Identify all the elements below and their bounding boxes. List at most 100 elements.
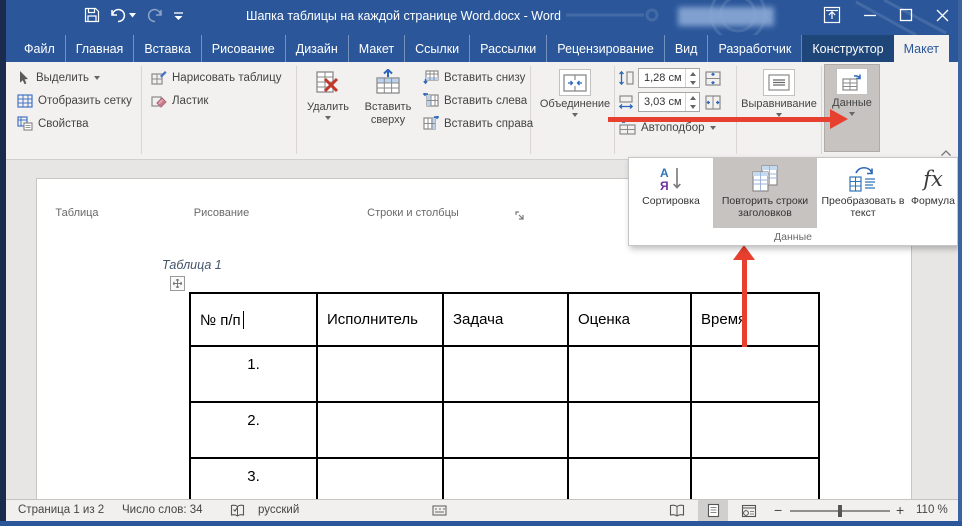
header-cell-grade[interactable]: Оценка xyxy=(568,293,691,346)
table-move-handle[interactable] xyxy=(170,276,185,291)
close-icon xyxy=(935,8,950,23)
distribute-columns-icon[interactable] xyxy=(704,94,722,111)
redo-button[interactable] xyxy=(146,8,163,23)
table-row[interactable]: 3. xyxy=(190,458,819,499)
header-cell-executor[interactable]: Исполнитель xyxy=(317,293,443,346)
spin-up-icon[interactable] xyxy=(690,72,696,76)
empty-cell[interactable] xyxy=(691,402,819,458)
table-row[interactable]: 1. xyxy=(190,346,819,402)
zoom-slider[interactable] xyxy=(790,510,890,512)
insert-below-button[interactable]: Вставить снизу xyxy=(420,66,536,89)
tab-table-design[interactable]: Конструктор xyxy=(801,35,893,62)
data-dropdown-group-label: Данные xyxy=(629,231,957,243)
empty-cell[interactable] xyxy=(443,346,568,402)
delete-table-icon xyxy=(315,69,341,95)
tab-home[interactable]: Главная xyxy=(65,35,134,62)
minimize-button[interactable] xyxy=(863,8,877,27)
header-cell-task[interactable]: Задача xyxy=(443,293,568,346)
page-indicator[interactable]: Страница 1 из 2 xyxy=(18,504,104,516)
row-height-spinner[interactable] xyxy=(685,69,699,87)
insert-left-button[interactable]: Вставить слева xyxy=(420,89,536,112)
table-row[interactable]: 2. xyxy=(190,402,819,458)
word-count[interactable]: Число слов: 34 xyxy=(122,504,203,516)
row-number-cell[interactable]: 1. xyxy=(190,346,317,402)
maximize-button[interactable] xyxy=(899,8,913,27)
spin-down-icon[interactable] xyxy=(690,105,696,109)
tab-design[interactable]: Дизайн xyxy=(285,35,348,62)
formula-menu-item[interactable]: fx Формула xyxy=(909,158,957,228)
row-height-control: 1,28 см xyxy=(618,68,722,88)
empty-cell[interactable] xyxy=(317,346,443,402)
zoom-slider-handle[interactable] xyxy=(838,505,842,517)
tab-layout[interactable]: Макет xyxy=(348,35,404,62)
table-caption[interactable]: Таблица 1 xyxy=(162,258,222,272)
empty-cell[interactable] xyxy=(568,458,691,499)
sort-menu-item[interactable]: А Я Сортировка xyxy=(629,158,713,228)
web-layout-icon xyxy=(741,504,757,518)
red-arrow-to-data-button-head xyxy=(830,109,848,129)
group-drawing: Нарисовать таблицу Ластик xyxy=(148,66,284,112)
insert-above-button[interactable]: Вставить сверху xyxy=(358,66,418,152)
table-properties-button[interactable]: Свойства xyxy=(14,112,135,135)
eraser-button[interactable]: Ластик xyxy=(148,89,284,112)
delete-button[interactable]: Удалить xyxy=(302,66,354,152)
print-layout-button[interactable] xyxy=(698,500,728,521)
macro-recording-button[interactable] xyxy=(432,504,447,520)
distribute-rows-icon[interactable] xyxy=(704,70,722,87)
tab-references[interactable]: Ссылки xyxy=(404,35,469,62)
tab-table-layout-active[interactable]: Макет xyxy=(894,35,949,62)
zoom-in-button[interactable]: + xyxy=(896,502,904,518)
row-number-cell[interactable]: 3. xyxy=(190,458,317,499)
data-button[interactable]: Данные xyxy=(824,64,880,152)
convert-to-text-menu-item[interactable]: Преобразовать в текст xyxy=(817,158,909,228)
zoom-out-button[interactable]: − xyxy=(774,502,782,518)
merge-button[interactable]: Объединение xyxy=(538,66,612,152)
group-separator xyxy=(736,66,737,154)
col-width-spinner[interactable] xyxy=(685,93,699,111)
tab-developer[interactable]: Разработчик xyxy=(707,35,801,62)
tab-review[interactable]: Рецензирование xyxy=(546,35,664,62)
customize-quick-access-button[interactable] xyxy=(173,10,184,21)
zoom-level[interactable]: 110 % xyxy=(916,504,948,516)
table-header-row[interactable]: № п/п Исполнитель Задача Оценка Время xyxy=(190,293,819,346)
view-gridlines-button[interactable]: Отобразить сетку xyxy=(14,89,135,112)
row-height-field[interactable]: 1,28 см xyxy=(638,68,700,88)
empty-cell[interactable] xyxy=(691,346,819,402)
repeat-header-rows-menu-item[interactable]: Повторить строки заголовков xyxy=(713,158,817,228)
language-indicator[interactable]: русский xyxy=(258,504,299,516)
empty-cell[interactable] xyxy=(568,346,691,402)
empty-cell[interactable] xyxy=(568,402,691,458)
close-button[interactable] xyxy=(935,8,950,28)
tab-file[interactable]: Файл xyxy=(14,35,65,62)
rows-cols-dialog-launcher[interactable] xyxy=(515,208,525,226)
proofing-status-button[interactable] xyxy=(230,503,245,521)
empty-cell[interactable] xyxy=(317,402,443,458)
header-cell-number[interactable]: № п/п xyxy=(190,293,317,346)
col-width-field[interactable]: 3,03 см xyxy=(638,92,700,112)
ribbon-display-options-button[interactable] xyxy=(823,6,841,29)
tab-draw[interactable]: Рисование xyxy=(201,35,285,62)
empty-cell[interactable] xyxy=(317,458,443,499)
empty-cell[interactable] xyxy=(443,402,568,458)
insert-right-button[interactable]: Вставить справа xyxy=(420,112,536,135)
tab-insert[interactable]: Вставка xyxy=(133,35,200,62)
spin-down-icon[interactable] xyxy=(690,81,696,85)
select-button[interactable]: Выделить xyxy=(14,66,135,89)
save-icon xyxy=(84,7,100,23)
web-layout-button[interactable] xyxy=(734,500,764,521)
red-arrow-to-repeat-header xyxy=(742,259,747,347)
empty-cell[interactable] xyxy=(691,458,819,499)
document-table[interactable]: № п/п Исполнитель Задача Оценка Время 1.… xyxy=(189,292,820,499)
spin-up-icon[interactable] xyxy=(690,96,696,100)
header-cell-time[interactable]: Время xyxy=(691,293,819,346)
tab-mailings[interactable]: Рассылки xyxy=(469,35,546,62)
empty-cell[interactable] xyxy=(443,458,568,499)
draw-table-button[interactable]: Нарисовать таблицу xyxy=(148,66,284,89)
save-button[interactable] xyxy=(84,7,100,23)
tab-view[interactable]: Вид xyxy=(664,35,708,62)
read-mode-button[interactable] xyxy=(662,500,692,521)
dropdown-caret-icon xyxy=(849,112,855,116)
alignment-button[interactable]: Выравнивание xyxy=(740,66,818,152)
row-number-cell[interactable]: 2. xyxy=(190,402,317,458)
undo-button[interactable] xyxy=(110,8,136,23)
